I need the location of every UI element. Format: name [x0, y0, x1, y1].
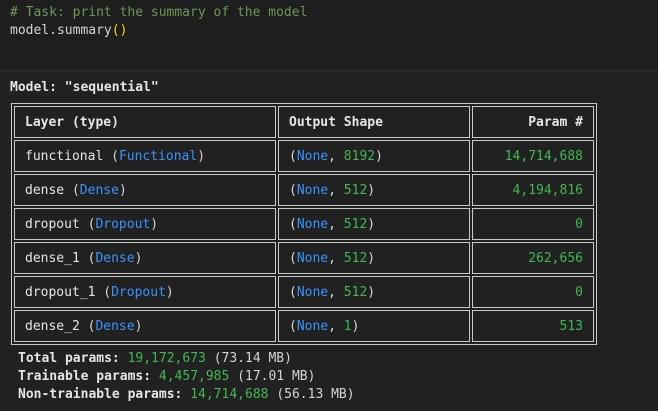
table-header-row: Layer (type) Output Shape Param #: [14, 106, 594, 138]
shape-none: None: [296, 148, 329, 164]
cell-output: Model: "sequential" Layer (type) Output …: [0, 71, 658, 411]
shape-none: None: [296, 182, 329, 198]
model-title: Model: "sequential": [10, 80, 159, 95]
trainable-params-size: (17.01 MB): [237, 369, 316, 384]
param-count: 513: [559, 318, 583, 334]
layer-name: dropout: [25, 216, 80, 232]
shape-dim: 512: [343, 250, 368, 266]
table-row: functional (Functional) (None, 8192) 14,71…: [14, 140, 594, 172]
layer-class: Dense: [79, 182, 119, 198]
table-row: dense_2 (Dense) (None, 1) 513: [14, 310, 594, 342]
shape-dim: 1: [343, 318, 352, 334]
non-trainable-params-size: (56.13 MB): [276, 387, 355, 402]
shape-dim: 512: [343, 182, 368, 198]
shape-none: None: [296, 284, 329, 300]
layer-class: Dense: [95, 318, 135, 334]
shape-dim: 8192: [343, 148, 376, 164]
param-count-cell: 0: [472, 208, 594, 240]
layer-class: Dense: [95, 250, 135, 266]
layer-name: dense_2: [25, 318, 80, 334]
param-count: 14,714,688: [504, 148, 583, 164]
code-comment: # Task: print the summary of the model: [10, 5, 308, 20]
param-count-cell: 14,714,688: [472, 140, 594, 172]
layer-class: Dropout: [111, 284, 166, 300]
output-shape-cell: (None, 8192): [278, 140, 470, 172]
code-call-parens: (): [111, 23, 128, 38]
output-shape-cell: (None, 512): [278, 174, 470, 206]
param-count: 4,194,816: [512, 182, 583, 198]
total-params-value: 19,172,673: [127, 351, 206, 366]
trainable-params-label: Trainable params:: [18, 369, 152, 384]
non-trainable-params-value: 14,714,688: [190, 387, 269, 402]
layer-cell: dense (Dense): [14, 174, 276, 206]
non-trainable-params-label: Non-trainable params:: [18, 387, 183, 402]
param-count-cell: 4,194,816: [472, 174, 594, 206]
layer-name: functional: [25, 148, 104, 164]
table-row: dropout (Dropout) (None, 512) 0: [14, 208, 594, 240]
param-count: 262,656: [528, 250, 583, 266]
layer-name: dense: [25, 182, 65, 198]
shape-none: None: [296, 216, 329, 232]
header-param-count: Param #: [472, 106, 594, 138]
header-output-shape: Output Shape: [278, 106, 470, 138]
layer-cell: dense_1 (Dense): [14, 242, 276, 274]
param-count: 0: [575, 216, 583, 232]
layer-cell: functional (Functional): [14, 140, 276, 172]
param-count: 0: [575, 284, 583, 300]
layer-name: dense_1: [25, 250, 80, 266]
layer-name: dropout_1: [25, 284, 96, 300]
shape-none: None: [296, 250, 329, 266]
shape-dim: 512: [343, 216, 368, 232]
total-params-label: Total params:: [18, 351, 120, 366]
non-trainable-params-line: Non-trainable params: 14,714,688 (56.13 …: [18, 386, 355, 404]
param-count-cell: 513: [472, 310, 594, 342]
total-params-size: (73.14 MB): [213, 351, 292, 366]
param-totals: Total params: 19,172,673 (73.14 MB) Trai…: [18, 350, 355, 404]
shape-none: None: [296, 318, 329, 334]
output-shape-cell: (None, 1): [278, 310, 470, 342]
param-count-cell: 0: [472, 276, 594, 308]
summary-table: Layer (type) Output Shape Param # functi…: [11, 103, 597, 345]
layer-class: Dropout: [95, 216, 151, 232]
output-shape-cell: (None, 512): [278, 208, 470, 240]
header-layer-type: Layer (type): [14, 106, 276, 138]
table-row: dense (Dense) (None, 512) 4,194,816: [14, 174, 594, 206]
table-row: dropout_1 (Dropout) (None, 512) 0: [14, 276, 594, 308]
code-call-object: model.summary: [10, 23, 112, 38]
code-statement: model.summary(): [10, 22, 127, 39]
total-params-line: Total params: 19,172,673 (73.14 MB): [18, 350, 355, 368]
param-count-cell: 262,656: [472, 242, 594, 274]
layer-class: Functional: [118, 148, 198, 164]
table-row: dense_1 (Dense) (None, 512) 262,656: [14, 242, 594, 274]
code-cell[interactable]: # Task: print the summary of the model m…: [0, 0, 658, 70]
layer-cell: dropout_1 (Dropout): [14, 276, 276, 308]
layer-cell: dense_2 (Dense): [14, 310, 276, 342]
shape-dim: 512: [343, 284, 368, 300]
layer-cell: dropout (Dropout): [14, 208, 276, 240]
trainable-params-line: Trainable params: 4,457,985 (17.01 MB): [18, 368, 355, 386]
output-shape-cell: (None, 512): [278, 276, 470, 308]
trainable-params-value: 4,457,985: [158, 369, 230, 384]
output-shape-cell: (None, 512): [278, 242, 470, 274]
